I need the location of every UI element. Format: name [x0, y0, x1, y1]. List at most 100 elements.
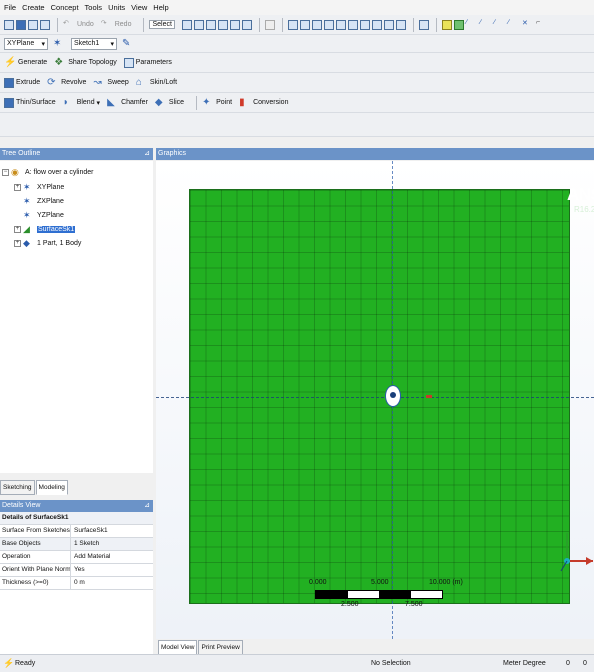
expand-icon[interactable]: + [14, 184, 21, 191]
menu-units[interactable]: Units [108, 3, 125, 12]
details-row-value[interactable]: 0 m [71, 577, 153, 589]
lightning-icon: ⚡ [4, 57, 17, 68]
zoom-icon[interactable] [311, 19, 322, 30]
details-row[interactable]: Surface From Sketches SurfaceSk1 [0, 525, 153, 538]
face-filter-icon[interactable]: ∕ [466, 19, 477, 30]
body-select-icon[interactable] [229, 19, 240, 30]
tree-item-xyplane[interactable]: + ✶ XYPlane [14, 182, 64, 193]
expand-icon[interactable]: + [14, 240, 21, 247]
chamfer-button[interactable]: ◣ Chamfer [107, 97, 148, 108]
axis-triad-icon [560, 533, 593, 572]
undo-button[interactable]: ↶ Undo [63, 19, 94, 30]
scale-label-7-5: 7.500 [405, 601, 423, 608]
tab-print-preview[interactable]: Print Preview [198, 640, 243, 655]
conversion-icon: ▮ [239, 97, 245, 108]
tree-item-surfacesk1[interactable]: + ◢ SurfaceSk1 [14, 224, 76, 235]
screenshot-icon[interactable] [40, 19, 50, 30]
extend-icon[interactable] [241, 19, 252, 30]
new-sketch-icon[interactable]: ✎ [122, 38, 133, 49]
menu-create[interactable]: Create [22, 3, 45, 12]
sweep-button[interactable]: ↝ Sweep [93, 77, 128, 88]
select-button[interactable]: Select [149, 20, 175, 29]
skin-loft-button[interactable]: ⌂ Skin/Loft [136, 77, 177, 88]
plane-select[interactable]: XYPlane ▾ [4, 37, 48, 50]
redo-button[interactable]: ↷ Redo [101, 19, 132, 30]
menu-tools[interactable]: Tools [85, 3, 103, 12]
save-icon[interactable] [16, 19, 26, 30]
generate-button[interactable]: ⚡ Generate [4, 57, 47, 68]
zoom-in-icon[interactable] [347, 19, 358, 30]
pin-icon[interactable]: ✕ [522, 19, 533, 30]
tab-model-view[interactable]: Model View [158, 640, 198, 655]
toolbar-separator [435, 17, 437, 32]
menu-view[interactable]: View [131, 3, 147, 12]
pan-icon[interactable] [299, 19, 310, 30]
menu-help[interactable]: Help [153, 3, 168, 12]
redo-icon: ↷ [100, 20, 107, 27]
zoom-fit-icon[interactable] [335, 19, 346, 30]
expand-icon[interactable]: + [14, 226, 21, 233]
display-icon[interactable] [383, 19, 394, 30]
details-row[interactable]: Operation Add Material [0, 551, 153, 564]
vertex-filter-icon[interactable]: ∕ [494, 19, 505, 30]
details-row[interactable]: Base Objects 1 Sketch [0, 538, 153, 551]
status-value-2: 0 [583, 660, 587, 667]
normal-view-icon[interactable] [395, 19, 406, 30]
status-value-1: 0 [566, 660, 570, 667]
share-topology-button[interactable]: ❖ Share Topology [54, 57, 117, 68]
export-icon[interactable] [28, 19, 38, 30]
new-icon[interactable] [4, 19, 14, 30]
face-select-icon[interactable] [205, 19, 216, 30]
tab-sketching[interactable]: Sketching [0, 480, 35, 495]
sketch-select[interactable]: Sketch1 ▾ [71, 37, 117, 50]
status-ready: Ready [15, 660, 36, 667]
selection-filter-icon[interactable]: ∕ [508, 19, 519, 30]
body-filter-icon[interactable]: ∕ [480, 19, 491, 30]
details-row-value[interactable]: Add Material [71, 551, 153, 563]
zoom-out-icon[interactable] [359, 19, 370, 30]
zoom-box-icon[interactable] [323, 19, 334, 30]
skin-loft-icon: ⌂ [135, 77, 142, 88]
thin-surface-button[interactable]: Thin/Surface [4, 97, 56, 108]
scale-bar-segment [316, 591, 348, 598]
tree-item-zxplane[interactable]: ✶ ZXPlane [23, 196, 64, 207]
parameters-button[interactable]: Parameters [123, 57, 172, 68]
tree-item-parts[interactable]: + ◆ 1 Part, 1 Body [14, 238, 81, 249]
menu-file[interactable]: File [4, 3, 16, 12]
tab-modeling[interactable]: Modeling [35, 480, 68, 495]
chamfer-icon: ◣ [107, 97, 115, 108]
conversion-button[interactable]: ▮ Conversion [239, 97, 288, 108]
new-plane-icon[interactable]: ✶ [53, 38, 64, 49]
pin-icon[interactable]: ⊿ [144, 148, 150, 160]
details-row-value[interactable]: SurfaceSk1 [71, 525, 153, 537]
arrow-icon[interactable]: ⌐ [536, 19, 547, 30]
tree-item-yzplane[interactable]: ✶ YZPlane [23, 210, 64, 221]
extrude-button[interactable]: Extrude [4, 77, 40, 88]
select-mode-icon[interactable] [181, 19, 192, 30]
edge-filter-icon[interactable] [453, 19, 464, 30]
details-row-value[interactable]: Yes [71, 564, 153, 576]
details-row[interactable]: Orient With Plane Normal? Yes [0, 564, 153, 577]
line-icon[interactable] [418, 19, 429, 30]
point-filter-icon[interactable] [441, 19, 452, 30]
toolbar-separator [258, 17, 260, 32]
point-button[interactable]: ✦ Point [202, 97, 232, 108]
blend-button[interactable]: ◗ Blend ▾ [63, 97, 100, 108]
tree-root[interactable]: − ◉ A: flow over a cylinder [2, 167, 93, 178]
graphics-viewport[interactable]: ANSYS R16.2 0.000 5.000 10.000 (m) 2.500… [156, 161, 594, 639]
select-filter-icon[interactable] [193, 19, 204, 30]
pin-icon[interactable]: ⊿ [144, 500, 150, 512]
scale-label-2-5: 2.500 [341, 601, 359, 608]
rotate-view-icon[interactable] [287, 19, 298, 30]
details-row-value[interactable]: 1 Sketch [71, 538, 153, 550]
blend-icon: ◗ [62, 97, 69, 108]
details-row[interactable]: Thickness (>=0) 0 m [0, 577, 153, 590]
revolve-button[interactable]: ⟳ Revolve [47, 77, 86, 88]
collapse-icon[interactable]: − [2, 169, 9, 176]
slice-button[interactable]: ◆ Slice [155, 97, 184, 108]
isometric-icon[interactable] [371, 19, 382, 30]
menu-concept[interactable]: Concept [51, 3, 79, 12]
edge-select-icon[interactable] [217, 19, 228, 30]
plane-toolbar: XYPlane ▾ ✶ Sketch1 ▾ ✎ [0, 35, 594, 53]
rotate-icon[interactable] [264, 19, 275, 30]
